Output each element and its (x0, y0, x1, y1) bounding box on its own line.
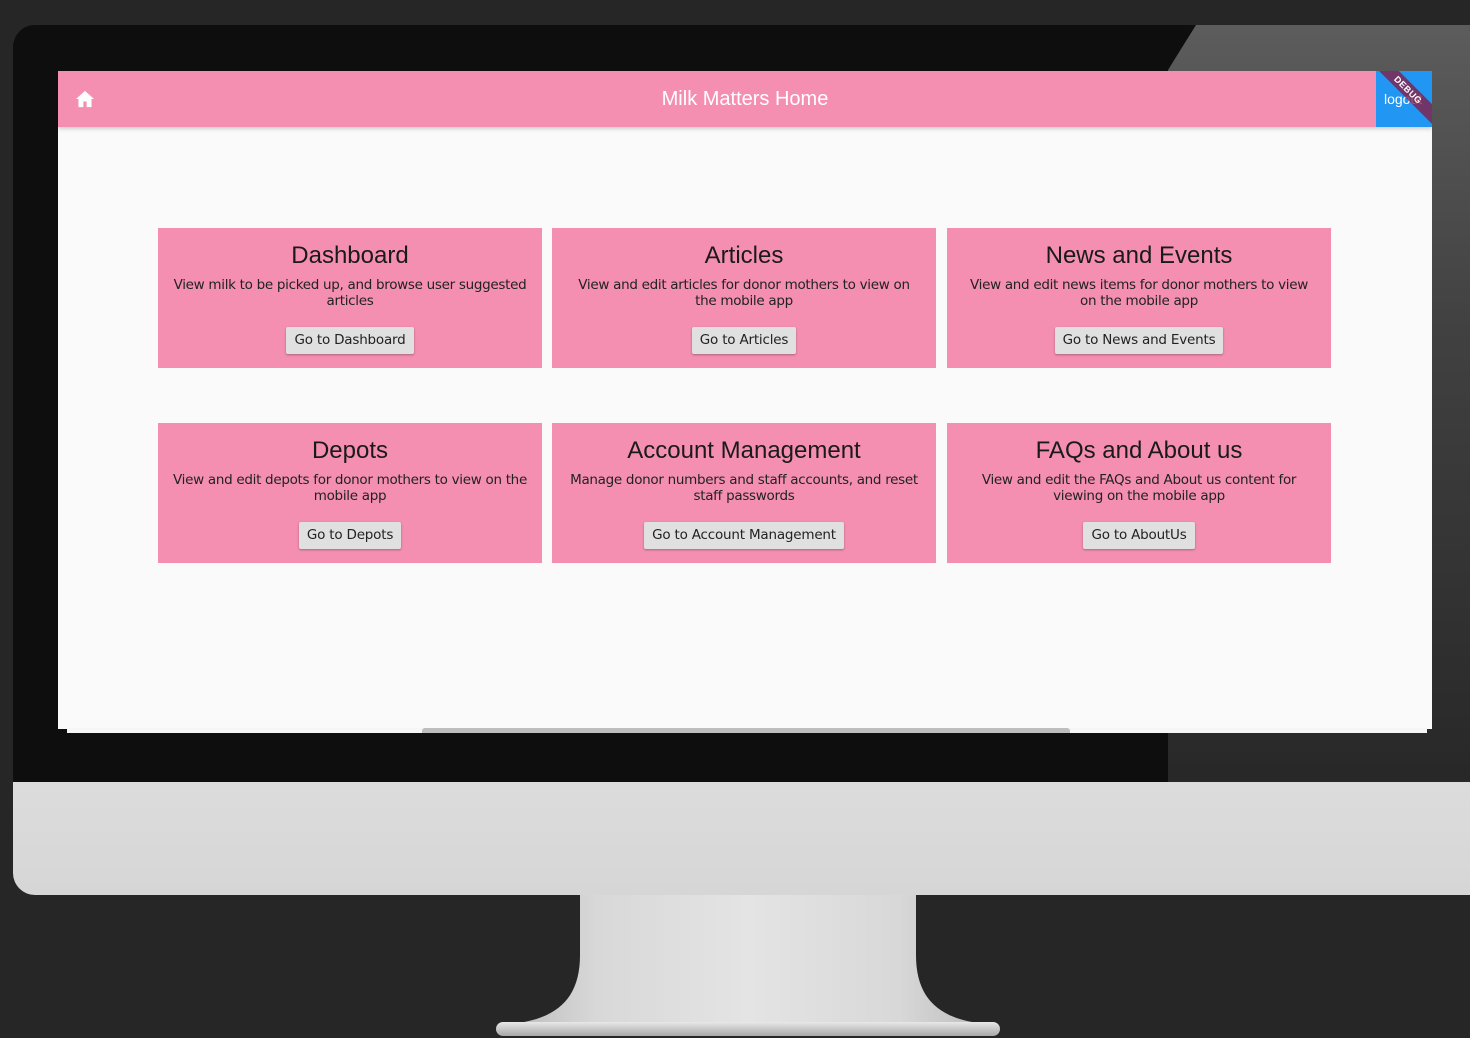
card-title: FAQs and About us (1035, 437, 1243, 464)
app-screen: Milk Matters Home logout DEBUG Dashboard… (58, 71, 1432, 729)
go-to-account-management-button[interactable]: Go to Account Management (644, 522, 844, 549)
go-to-news-and-events-button[interactable]: Go to News and Events (1054, 327, 1224, 354)
card-news-and-events: News and Events View and edit news items… (947, 228, 1331, 368)
app-bar: Milk Matters Home logout DEBUG (58, 71, 1432, 128)
card-description: View and edit the FAQs and About us cont… (981, 472, 1297, 504)
monitor-stand (496, 895, 1000, 1025)
go-to-dashboard-button[interactable]: Go to Dashboard (286, 327, 414, 354)
go-to-articles-button[interactable]: Go to Articles (691, 327, 797, 354)
card-title: Depots (311, 437, 389, 464)
card-description: View and edit articles for donor mothers… (578, 277, 910, 309)
card-title: News and Events (1045, 242, 1233, 269)
monitor-foot (496, 1022, 1000, 1036)
card-description: View and edit news items for donor mothe… (970, 277, 1308, 309)
card-faqs-and-about-us: FAQs and About us View and edit the FAQs… (947, 423, 1331, 563)
monitor-mockup: Milk Matters Home logout DEBUG Dashboard… (0, 0, 1470, 1038)
horizontal-scrollbar[interactable] (422, 728, 1070, 733)
go-to-about-us-button[interactable]: Go to AboutUs (1083, 522, 1195, 549)
card-title: Account Management (627, 437, 861, 464)
monitor-chin (13, 782, 1470, 895)
card-articles: Articles View and edit articles for dono… (552, 228, 936, 368)
go-to-depots-button[interactable]: Go to Depots (298, 522, 402, 549)
card-dashboard: Dashboard View milk to be picked up, and… (158, 228, 542, 368)
card-account-management: Account Management Manage donor numbers … (552, 423, 936, 563)
card-description: View milk to be picked up, and browse us… (173, 277, 527, 309)
card-depots: Depots View and edit depots for donor mo… (158, 423, 542, 563)
page-title: Milk Matters Home (661, 88, 829, 110)
card-title: Articles (704, 242, 784, 269)
card-title: Dashboard (291, 242, 409, 269)
card-description: Manage donor numbers and staff accounts,… (570, 472, 918, 504)
card-description: View and edit depots for donor mothers t… (173, 472, 527, 504)
